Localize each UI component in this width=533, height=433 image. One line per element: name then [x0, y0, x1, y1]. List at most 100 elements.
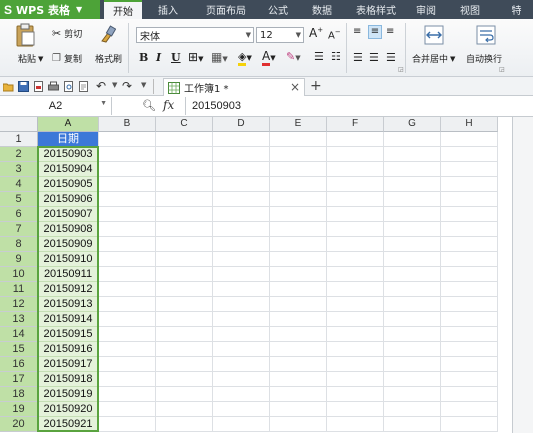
align-bottom-icon[interactable]: ≡ [386, 26, 394, 37]
cell[interactable] [441, 222, 498, 237]
cell[interactable] [441, 342, 498, 357]
cell[interactable] [384, 162, 441, 177]
copy-button[interactable]: ❐ 复制 [52, 52, 82, 65]
font-size-select[interactable]: 12 ▼ [256, 27, 304, 43]
cell[interactable] [327, 312, 384, 327]
cell[interactable] [384, 132, 441, 147]
open-folder-icon[interactable] [3, 81, 14, 92]
name-box[interactable]: A2 ▼ [0, 97, 112, 115]
cell[interactable] [99, 357, 156, 372]
cell[interactable] [441, 132, 498, 147]
cell[interactable] [156, 282, 213, 297]
date-cell[interactable]: 20150920 [38, 402, 99, 417]
decrease-font-icon[interactable]: A− [328, 28, 341, 41]
cell[interactable] [270, 192, 327, 207]
cell[interactable] [327, 387, 384, 402]
date-cell[interactable]: 20150908 [38, 222, 99, 237]
cell[interactable] [99, 402, 156, 417]
cell[interactable] [99, 222, 156, 237]
export-pdf-icon[interactable] [33, 81, 44, 92]
cell[interactable] [327, 177, 384, 192]
cell[interactable] [156, 327, 213, 342]
redo-icon[interactable]: ↷ [122, 79, 132, 93]
cell[interactable] [99, 252, 156, 267]
dialog-launcher-icon[interactable]: ◲ [398, 66, 404, 73]
row-header[interactable]: 11 [0, 282, 38, 297]
cell[interactable] [213, 267, 270, 282]
cell[interactable] [384, 402, 441, 417]
date-cell[interactable]: 20150909 [38, 237, 99, 252]
cell[interactable] [270, 177, 327, 192]
close-icon[interactable]: × [290, 80, 300, 94]
cell[interactable] [384, 222, 441, 237]
cell[interactable] [327, 252, 384, 267]
date-cell[interactable]: 20150915 [38, 327, 99, 342]
cell[interactable] [99, 207, 156, 222]
cell[interactable] [441, 282, 498, 297]
row-header[interactable]: 20 [0, 417, 38, 432]
cell[interactable] [384, 207, 441, 222]
cell[interactable] [99, 282, 156, 297]
cut-button[interactable]: ✂ 剪切 [52, 27, 82, 40]
date-cell[interactable]: 20150910 [38, 252, 99, 267]
tab-view[interactable]: 视图 [452, 0, 488, 19]
bold-button[interactable]: B [139, 51, 148, 64]
cell[interactable] [156, 132, 213, 147]
cell[interactable] [213, 177, 270, 192]
column-header-h[interactable]: H [441, 117, 498, 132]
document-tab[interactable]: 工作簿1 * × [163, 78, 305, 96]
dialog-launcher-icon[interactable]: ◲ [499, 66, 505, 73]
cell[interactable] [384, 252, 441, 267]
cell[interactable] [441, 327, 498, 342]
cell[interactable] [156, 312, 213, 327]
cell[interactable] [99, 162, 156, 177]
header-cell[interactable]: 日期 [38, 132, 99, 147]
chevron-down-icon[interactable]: ▼ [141, 81, 146, 89]
column-header-d[interactable]: D [213, 117, 270, 132]
cell[interactable] [327, 192, 384, 207]
align-middle-icon[interactable]: ≡ [368, 25, 382, 39]
date-cell[interactable]: 20150919 [38, 387, 99, 402]
cell[interactable] [213, 237, 270, 252]
row-header[interactable]: 5 [0, 192, 38, 207]
tab-formulas[interactable]: 公式 [260, 0, 296, 19]
cell[interactable] [441, 387, 498, 402]
cell[interactable] [156, 192, 213, 207]
fill-color-icon[interactable]: ◈▼ [238, 50, 252, 66]
cell[interactable] [99, 417, 156, 432]
row-header[interactable]: 4 [0, 177, 38, 192]
formula-input[interactable]: 20150903 [185, 97, 525, 115]
cell[interactable] [99, 132, 156, 147]
column-header-f[interactable]: F [327, 117, 384, 132]
cell[interactable] [327, 327, 384, 342]
row-header[interactable]: 18 [0, 387, 38, 402]
cell[interactable] [270, 237, 327, 252]
cell[interactable] [213, 147, 270, 162]
cell[interactable] [270, 417, 327, 432]
cell[interactable] [327, 342, 384, 357]
wrap-text-button[interactable] [476, 25, 496, 45]
row-header[interactable]: 15 [0, 342, 38, 357]
date-cell[interactable]: 20150917 [38, 357, 99, 372]
select-all-corner[interactable] [0, 117, 38, 132]
cell[interactable] [327, 207, 384, 222]
cell[interactable] [270, 312, 327, 327]
tab-more[interactable]: 特 [500, 0, 533, 19]
cell[interactable] [213, 282, 270, 297]
cell[interactable] [213, 207, 270, 222]
cell[interactable] [384, 387, 441, 402]
cell[interactable] [384, 357, 441, 372]
cell[interactable] [99, 372, 156, 387]
cell[interactable] [270, 147, 327, 162]
cell[interactable] [156, 342, 213, 357]
row-header[interactable]: 2 [0, 147, 38, 162]
zoom-search-icon[interactable]: 🔍︎ [142, 99, 156, 112]
paste-menu[interactable]: 粘贴 ▼ [18, 52, 43, 66]
font-name-select[interactable]: 宋体 ▼ [136, 27, 254, 43]
cell[interactable] [384, 342, 441, 357]
paste-button[interactable] [14, 23, 36, 47]
cell[interactable] [213, 132, 270, 147]
cell[interactable] [156, 207, 213, 222]
cell[interactable] [213, 417, 270, 432]
cell[interactable] [441, 312, 498, 327]
